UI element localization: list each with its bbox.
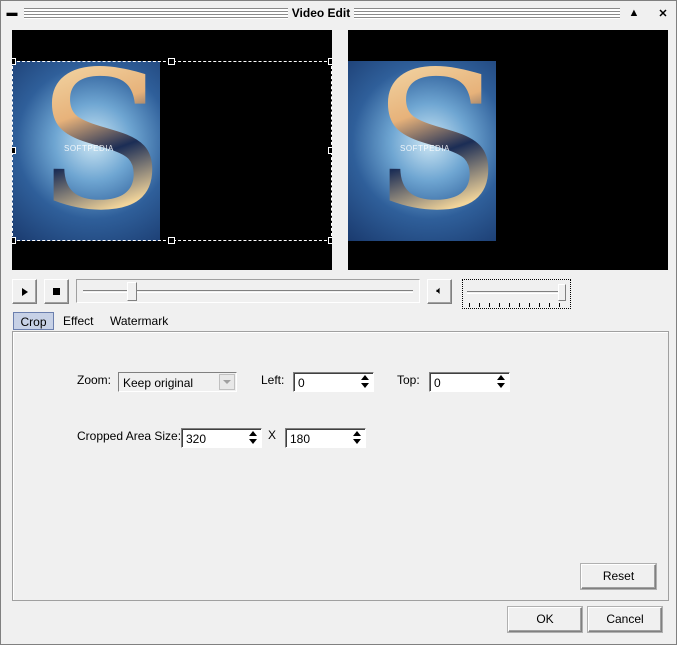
left-spinbox[interactable]: 0 bbox=[293, 372, 374, 392]
stop-icon bbox=[53, 288, 60, 295]
ok-button[interactable]: OK bbox=[508, 607, 582, 632]
source-video-pane[interactable]: S SOFTPEDIA bbox=[12, 30, 332, 270]
play-icon bbox=[21, 287, 28, 296]
spin-down-icon[interactable] bbox=[353, 439, 361, 444]
zoom-select-value: Keep original bbox=[123, 376, 194, 390]
zoom-select[interactable]: Keep original bbox=[118, 372, 237, 392]
volume-ticks bbox=[469, 303, 562, 307]
title-bar[interactable]: ▬ Video Edit ▲ ✕ bbox=[2, 2, 676, 24]
zoom-label: Zoom: bbox=[77, 373, 112, 387]
crop-handle-bottom-middle[interactable] bbox=[168, 237, 175, 244]
top-spinbox[interactable]: 0 bbox=[429, 372, 510, 392]
top-label: Top: bbox=[397, 373, 420, 387]
cancel-button[interactable]: Cancel bbox=[588, 607, 662, 632]
preview-video-frame: S SOFTPEDIA bbox=[348, 61, 496, 241]
window-title: Video Edit bbox=[291, 6, 351, 20]
spin-down-icon[interactable] bbox=[361, 383, 369, 388]
tab-crop[interactable]: Crop bbox=[13, 312, 54, 330]
crop-height-value: 180 bbox=[290, 432, 311, 446]
width-spin-arrows[interactable] bbox=[247, 430, 259, 446]
reset-button[interactable]: Reset bbox=[581, 564, 656, 589]
video-edit-window: ▬ Video Edit ▲ ✕ S SOFTPEDIA S SOFTPEDIA bbox=[0, 0, 677, 645]
cropped-area-size-label: Cropped Area Size: bbox=[77, 429, 182, 443]
crop-handle-middle-right[interactable] bbox=[328, 147, 332, 154]
stop-button[interactable] bbox=[44, 279, 69, 304]
crop-handle-top-left[interactable] bbox=[12, 58, 16, 65]
volume-track-line bbox=[467, 291, 562, 294]
left-label: Left: bbox=[261, 373, 285, 387]
mute-button[interactable]: 🔈︎ bbox=[427, 279, 452, 304]
times-symbol: X bbox=[268, 428, 277, 442]
tab-effect[interactable]: Effect bbox=[57, 312, 99, 330]
title-grip-left bbox=[24, 8, 288, 19]
crop-height-spinbox[interactable]: 180 bbox=[285, 428, 366, 448]
minimize-up-icon[interactable]: ▲ bbox=[626, 5, 642, 21]
crop-handle-top-right[interactable] bbox=[328, 58, 332, 65]
spin-down-icon[interactable] bbox=[249, 439, 257, 444]
left-spin-arrows[interactable] bbox=[359, 374, 371, 390]
top-spin-arrows[interactable] bbox=[495, 374, 507, 390]
crop-width-value: 320 bbox=[186, 432, 207, 446]
left-value: 0 bbox=[298, 376, 305, 390]
spin-up-icon[interactable] bbox=[353, 431, 361, 436]
seek-thumb[interactable] bbox=[126, 282, 137, 301]
crop-handle-bottom-left[interactable] bbox=[12, 237, 16, 244]
tab-watermark[interactable]: Watermark bbox=[104, 312, 174, 330]
preview-watermark-text: SOFTPEDIA bbox=[400, 144, 450, 153]
title-grip-right bbox=[354, 8, 620, 19]
crop-handle-bottom-right[interactable] bbox=[328, 237, 332, 244]
top-value: 0 bbox=[434, 376, 441, 390]
crop-width-spinbox[interactable]: 320 bbox=[181, 428, 262, 448]
zoom-dropdown-button[interactable] bbox=[219, 374, 235, 390]
crop-selection-rect[interactable] bbox=[12, 61, 332, 241]
seek-slider[interactable] bbox=[76, 279, 420, 303]
crop-handle-middle-left[interactable] bbox=[12, 147, 16, 154]
crop-handle-top-middle[interactable] bbox=[168, 58, 175, 65]
height-spin-arrows[interactable] bbox=[351, 430, 363, 446]
volume-thumb[interactable] bbox=[558, 284, 566, 301]
volume-slider[interactable] bbox=[462, 279, 571, 309]
system-menu-icon[interactable]: ▬ bbox=[4, 5, 20, 21]
chevron-down-icon bbox=[223, 380, 231, 384]
preview-video-pane: S SOFTPEDIA bbox=[348, 30, 668, 270]
close-icon[interactable]: ✕ bbox=[655, 5, 671, 21]
spin-up-icon[interactable] bbox=[361, 375, 369, 380]
play-button[interactable] bbox=[12, 279, 37, 304]
spin-up-icon[interactable] bbox=[249, 431, 257, 436]
spin-down-icon[interactable] bbox=[497, 383, 505, 388]
spin-up-icon[interactable] bbox=[497, 375, 505, 380]
speaker-icon: 🔈︎ bbox=[436, 285, 443, 297]
